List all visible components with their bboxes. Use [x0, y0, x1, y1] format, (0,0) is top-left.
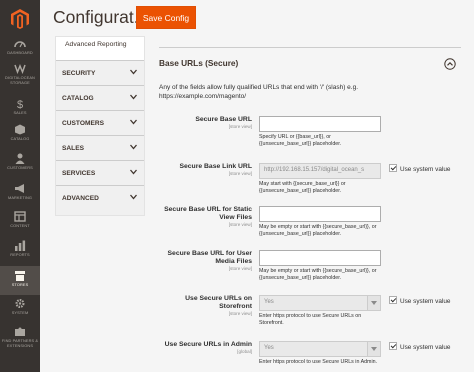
person-icon — [15, 153, 25, 164]
chevron-down-icon — [130, 169, 137, 175]
use-system-value-label: Use system value — [400, 298, 451, 305]
static-view-files-url-input[interactable] — [259, 206, 381, 222]
field-label-text: Secure Base URL — [195, 116, 252, 123]
nav-item-stores[interactable]: STORES — [0, 266, 40, 295]
nav-item-catalog[interactable]: CATALOG — [0, 124, 40, 142]
field-note: May be empty or start with {{secure_base… — [259, 224, 377, 238]
field-note: May start with {{secure_base_url}} or {{… — [259, 181, 346, 195]
field-note: Enter https protocol to use Secure URLs … — [259, 359, 378, 365]
puzzle-icon — [15, 327, 25, 336]
divider — [159, 47, 461, 48]
user-media-files-url-input[interactable] — [259, 250, 381, 266]
nav-item-content[interactable]: CONTENT — [0, 211, 40, 229]
chevron-down-icon — [130, 94, 137, 100]
field-note: Enter https protocol to use Secure URLs … — [259, 313, 362, 327]
secure-storefront-select[interactable]: Yes — [259, 295, 381, 311]
cube-icon — [15, 124, 25, 135]
chevron-down-icon — [130, 119, 137, 125]
secure-base-link-url-input[interactable]: http://192.168.15.157/digital_ocean_s — [259, 163, 381, 179]
tab-security[interactable]: SECURITY — [56, 60, 144, 85]
field-label: Secure Base URL for Static View Files [s… — [157, 206, 252, 228]
field-scope: [global] — [237, 349, 252, 354]
use-system-value-checkbox[interactable]: Use system value — [389, 296, 461, 306]
tab-label: SALES — [62, 145, 84, 152]
field-label: Secure Base URL [store view] — [157, 116, 252, 130]
use-system-value-label: Use system value — [400, 344, 451, 351]
nav-item-reports[interactable]: REPORTS — [0, 240, 40, 258]
page-title: Configurat... — [53, 7, 149, 27]
magento-logo-icon[interactable] — [10, 8, 30, 30]
section-description: Any of the fields allow fully qualified … — [159, 84, 359, 100]
chevron-down-icon — [130, 144, 137, 150]
field-note: Specify URL or {{base_url}}, or {{unsecu… — [259, 134, 342, 148]
nav-item-system[interactable]: SYSTEM — [0, 298, 40, 316]
digitalocean-icon — [14, 64, 26, 74]
tab-sales[interactable]: SALES — [56, 135, 144, 160]
collapse-icon[interactable] — [444, 58, 456, 70]
config-section: Base URLs (Secure) Any of the fields all… — [159, 36, 461, 372]
use-system-value-checkbox[interactable]: Use system value — [389, 342, 461, 352]
field-label: Secure Base URL for User Media Files [st… — [157, 250, 253, 272]
secure-base-url-input[interactable] — [259, 116, 381, 132]
nav-item-digitalocean-storage[interactable]: DIGITALOCEAN STORAGE — [0, 63, 40, 85]
secure-admin-select[interactable]: Yes — [259, 341, 381, 357]
nav-item-customers[interactable]: CUSTOMERS — [0, 153, 40, 171]
config-tabs: Advanced Reporting SECURITY CATALOG CUST… — [55, 36, 145, 216]
checkbox-checked-icon — [389, 296, 397, 304]
gear-icon — [15, 298, 25, 309]
field-label-text: Secure Base URL for User Media Files — [167, 250, 253, 265]
use-system-value-checkbox[interactable]: Use system value — [389, 164, 461, 174]
field-scope: [store view] — [228, 171, 252, 176]
use-system-value-label: Use system value — [400, 166, 451, 173]
field-note: May be empty or start with {{secure_base… — [259, 268, 377, 282]
section-title[interactable]: Base URLs (Secure) — [159, 58, 238, 68]
dollar-icon: $ — [17, 99, 23, 109]
tab-services[interactable]: SERVICES — [56, 160, 144, 185]
admin-sidebar: DASHBOARD DIGITALOCEAN STORAGE $ SALES C… — [0, 0, 40, 372]
nav-item-marketing[interactable]: MARKETING — [0, 183, 40, 201]
tab-label: ADVANCED — [62, 195, 99, 202]
tab-advanced[interactable]: ADVANCED — [56, 185, 144, 210]
tab-catalog[interactable]: CATALOG — [56, 85, 144, 110]
layout-icon — [14, 211, 26, 222]
bar-chart-icon — [15, 240, 26, 251]
field-scope: [store view] — [228, 222, 252, 227]
field-scope: [store view] — [228, 266, 252, 271]
tab-label: CUSTOMERS — [62, 120, 105, 127]
select-value: Yes — [264, 345, 274, 351]
tab-advanced-reporting[interactable]: Advanced Reporting — [56, 37, 144, 60]
field-scope: [store view] — [228, 311, 252, 316]
checkbox-checked-icon — [389, 164, 397, 172]
checkbox-checked-icon — [389, 342, 397, 350]
nav-item-find-partners[interactable]: FIND PARTNERS & EXTENSIONS — [0, 326, 40, 348]
chevron-down-icon — [130, 69, 137, 75]
field-label: Use Secure URLs in Admin [global] — [157, 341, 252, 355]
select-arrow-icon — [367, 296, 380, 310]
field-label: Secure Base Link URL [store view] — [157, 163, 252, 177]
select-arrow-icon — [367, 342, 380, 356]
dashboard-icon — [14, 41, 26, 48]
nav-item-sales[interactable]: $ SALES — [0, 98, 40, 116]
field-label: Use Secure URLs on Storefront [store vie… — [157, 295, 252, 317]
store-icon — [15, 271, 25, 281]
megaphone-icon — [15, 184, 24, 193]
select-value: Yes — [264, 299, 274, 305]
field-scope: [store view] — [228, 124, 252, 129]
tab-label: CATALOG — [62, 95, 94, 102]
field-label-text: Use Secure URLs in Admin — [164, 341, 252, 348]
chevron-down-icon — [130, 194, 137, 200]
save-config-button[interactable]: Save Config — [136, 6, 196, 29]
field-label-text: Secure Base URL for Static View Files — [164, 206, 252, 221]
svg-text:$: $ — [17, 99, 23, 109]
field-label-text: Secure Base Link URL — [179, 163, 252, 170]
tab-label: SECURITY — [62, 70, 96, 77]
field-label-text: Use Secure URLs on Storefront — [185, 295, 252, 310]
tab-customers[interactable]: CUSTOMERS — [56, 110, 144, 135]
nav-item-dashboard[interactable]: DASHBOARD — [0, 38, 40, 56]
tab-label: SERVICES — [62, 170, 96, 177]
